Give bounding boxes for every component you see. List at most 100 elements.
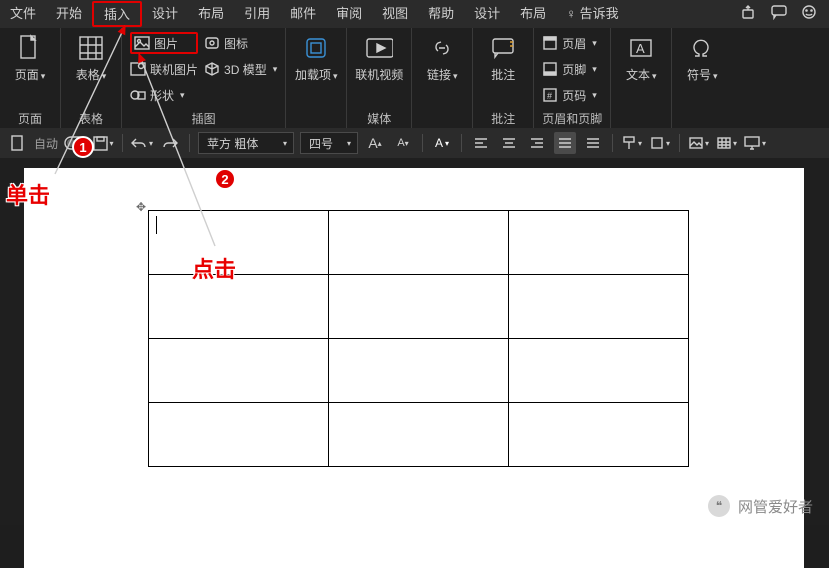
symbol-button[interactable]: 符号▾ [680,30,724,83]
share-icon[interactable] [741,4,757,24]
group-addins-label [294,110,338,126]
text-button[interactable]: A 文本▾ [619,30,663,83]
group-symbols: 符号▾ [672,28,732,128]
table-label: 表格 [76,68,100,82]
tab-review[interactable]: 审阅 [326,0,372,28]
font-name-select[interactable]: 苹方 粗体▾ [198,132,294,154]
tab-mailings[interactable]: 邮件 [280,0,326,28]
group-pages-label: 页面 [8,110,52,126]
wechat-icon: ❝ [708,495,730,517]
quick-access-toolbar: 自动 ▾ ▾ 苹方 粗体▾ 四号▾ A▴ A▾ A▾ ▾ ▾ ▾ ▾ ▾ [0,128,829,158]
group-headerfooter: 页眉▾ 页脚▾ # 页码▾ 页眉和页脚 [534,28,611,128]
comments-icon[interactable] [771,4,787,24]
table-row[interactable] [149,403,689,467]
align-right-icon[interactable] [526,132,548,154]
document-table[interactable] [148,210,689,467]
online-pictures-button[interactable]: 联机图片 [130,58,198,80]
header-label: 页眉 [562,35,586,52]
online-video-button[interactable]: 联机视频 [355,30,403,83]
links-button[interactable]: 链接▾ [420,30,464,83]
pagenum-icon: # [542,87,558,103]
tab-home[interactable]: 开始 [46,0,92,28]
table-row[interactable] [149,275,689,339]
pages-button[interactable]: 页面▾ [8,30,52,83]
font-name-value: 苹方 粗体 [207,135,258,152]
grow-font-icon[interactable]: A▴ [364,132,386,154]
shapes-icon [130,87,146,103]
table-row[interactable] [149,339,689,403]
font-size-value: 四号 [309,135,333,152]
tab-layout[interactable]: 布局 [188,0,234,28]
autosave-toggle[interactable] [64,132,86,154]
table-button[interactable]: 表格▾ [69,30,113,83]
group-comments-label: 批注 [481,110,525,126]
tab-tellme[interactable]: ♀ 告诉我 [556,0,628,28]
group-media: 联机视频 媒体 [347,28,412,128]
align-center-icon[interactable] [498,132,520,154]
text-cursor [156,216,157,234]
pictures-button[interactable]: 图片 [130,32,198,54]
align-left-icon[interactable] [470,132,492,154]
textbox-icon: A [627,34,655,62]
group-tables: 表格▾ 表格 [61,28,122,128]
footer-label: 页脚 [562,61,586,78]
pictures-label: 图片 [154,35,178,52]
text-label: 文本 [626,68,650,82]
save-icon[interactable]: ▾ [92,132,114,154]
shape-fill-icon[interactable]: ▾ [649,132,671,154]
align-distributed-icon[interactable] [582,132,604,154]
online-picture-icon [130,61,146,77]
tab-tellme-label: 告诉我 [580,6,619,21]
group-comments: 批注 批注 [473,28,534,128]
tab-table-design[interactable]: 设计 [464,0,510,28]
undo-icon[interactable]: ▾ [131,132,153,154]
table-move-handle[interactable]: ✥ [136,200,146,214]
group-addins: 加载项▾ [286,28,347,128]
tab-help[interactable]: 帮助 [418,0,464,28]
comment-label: 批注 [491,66,515,83]
table-tool-icon[interactable]: ▾ [716,132,738,154]
picture-icon [134,35,150,51]
header-button[interactable]: 页眉▾ [542,32,597,54]
tab-design[interactable]: 设计 [142,0,188,28]
group-text-label [619,110,663,126]
page-icon [16,34,44,62]
group-illustrations-label: 插图 [130,110,277,126]
align-justify-icon[interactable] [554,132,576,154]
pagenumber-button[interactable]: # 页码▾ [542,84,597,106]
symbol-label: 符号 [687,68,711,82]
tab-file[interactable]: 文件 [0,0,46,28]
redo-icon[interactable] [159,132,181,154]
tab-insert[interactable]: 插入 [92,1,142,27]
screen-tool-icon[interactable]: ▾ [744,132,766,154]
icons-label: 图标 [224,35,248,52]
smiley-icon[interactable] [801,4,817,24]
tab-view[interactable]: 视图 [372,0,418,28]
new-doc-icon[interactable] [6,132,28,154]
tab-table-layout[interactable]: 布局 [510,0,556,28]
comment-button[interactable]: 批注 [481,30,525,83]
table-icon [77,34,105,62]
picture-tool-icon[interactable]: ▾ [688,132,710,154]
group-headerfooter-label: 页眉和页脚 [542,110,602,126]
format-painter-icon[interactable]: ▾ [621,132,643,154]
header-icon [542,35,558,51]
document-page[interactable]: ✥ [24,168,804,568]
font-size-select[interactable]: 四号▾ [300,132,358,154]
omega-icon [688,34,716,62]
icons-button[interactable]: 图标 [204,32,277,54]
shrink-font-icon[interactable]: A▾ [392,132,414,154]
tab-references[interactable]: 引用 [234,0,280,28]
shapes-button[interactable]: 形状▾ [130,84,198,106]
footer-button[interactable]: 页脚▾ [542,58,597,80]
svg-text:A: A [636,41,645,56]
autosave-label: 自动 [34,135,58,152]
addins-button[interactable]: 加载项▾ [294,30,338,83]
ribbon: 页面▾ 页面 表格▾ 表格 图片 联机图片 [0,28,829,128]
3d-models-button[interactable]: 3D 模型▾ [204,58,277,80]
group-pages: 页面▾ 页面 [0,28,61,128]
font-color-icon[interactable]: A▾ [431,132,453,154]
document-area: ✥ [0,158,829,525]
table-row[interactable] [149,211,689,275]
shapes-label: 形状 [150,87,174,104]
